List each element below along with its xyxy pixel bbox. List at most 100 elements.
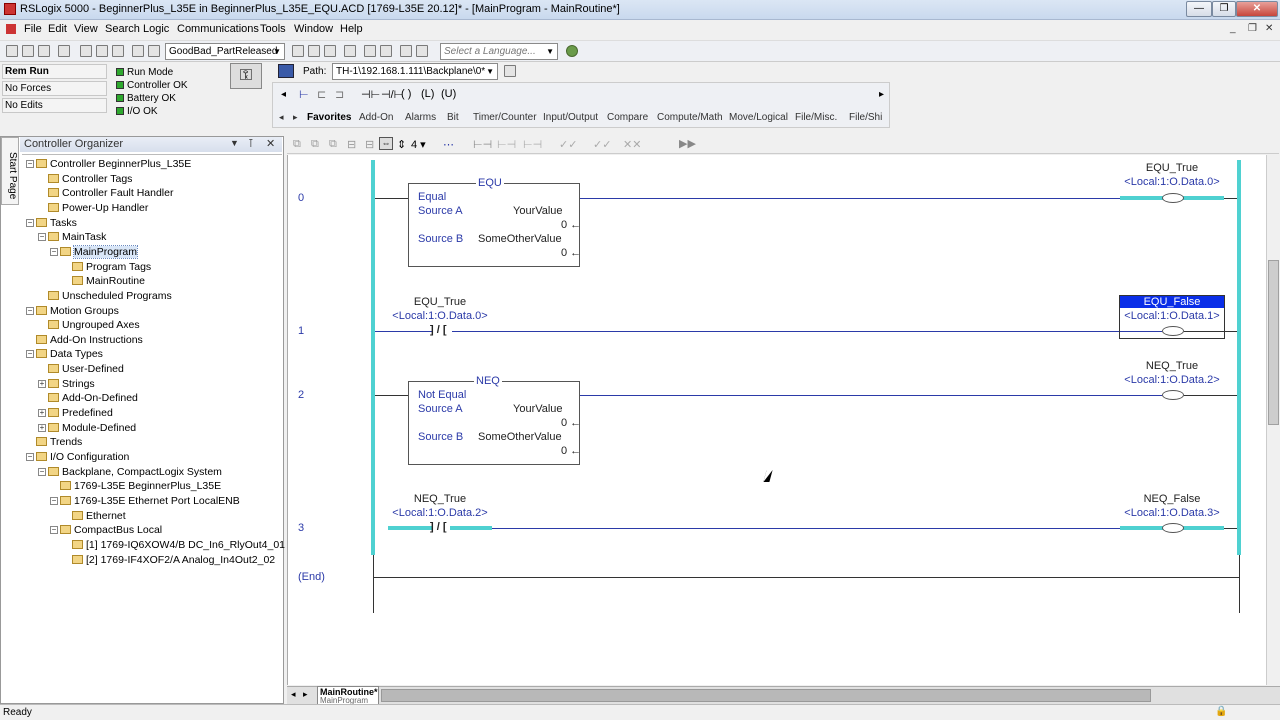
tree-item[interactable]: Trends (36, 435, 82, 449)
tab-file-shift[interactable]: File/Shi (849, 112, 882, 123)
verify-routine-icon[interactable] (364, 45, 376, 57)
mdi-close-icon[interactable]: ✕ (1265, 23, 1273, 34)
tree-item[interactable]: Add-On-Defined (48, 391, 138, 405)
tree-item[interactable]: Power-Up Handler (48, 201, 148, 215)
path-browse-icon[interactable] (504, 65, 516, 77)
branch-edit-icon[interactable]: ⊢⊣ (497, 138, 516, 151)
save-icon[interactable] (38, 45, 50, 57)
tree-item[interactable]: MainTask (48, 230, 106, 244)
rung-number[interactable]: 1 (298, 325, 304, 337)
language-select[interactable]: Select a Language... ▼ (440, 43, 558, 60)
tree-item[interactable]: Ethernet (72, 509, 126, 523)
tree-item[interactable]: Tasks (36, 216, 77, 230)
print-icon[interactable] (58, 45, 70, 57)
tree-item[interactable]: Predefined (48, 406, 113, 420)
tree-item[interactable]: Program Tags (72, 260, 151, 274)
tree-expander-icon[interactable]: − (26, 160, 34, 168)
menu-edit[interactable]: Edit (45, 22, 70, 36)
zoom-out-icon[interactable] (416, 45, 428, 57)
tree-item[interactable]: 1769-L35E BeginnerPlus_L35E (60, 479, 221, 493)
tab-add-on[interactable]: Add-On (359, 112, 393, 123)
branch-instr-icon[interactable]: ⊏ (317, 88, 326, 101)
tree-item[interactable]: Backplane, CompactLogix System (48, 465, 222, 479)
edit-tool-icon[interactable]: ⧉ (311, 138, 319, 151)
tree-item[interactable]: Ungrouped Axes (48, 318, 140, 332)
tab-input-output[interactable]: Input/Output (543, 112, 598, 123)
branch-edit-icon[interactable]: ⊢⊣ (523, 138, 542, 151)
start-page-tab[interactable]: Start Page (1, 137, 19, 205)
cancel-edit-icon[interactable]: ✕✕ (623, 138, 641, 151)
tree-expander-icon[interactable]: − (26, 306, 34, 315)
xio-contact-icon[interactable]: ] / [ (430, 324, 447, 336)
tree-item[interactable]: Add-On Instructions (36, 333, 143, 347)
mdi-minimize-icon[interactable]: _ (1230, 23, 1236, 34)
verify-icon[interactable] (344, 45, 356, 57)
pane-close-icon[interactable]: ✕ (266, 137, 275, 150)
tree-item[interactable]: Motion Groups (36, 304, 119, 318)
redo-icon[interactable] (148, 45, 160, 57)
tree-item[interactable]: Module-Defined (48, 421, 136, 435)
tab-mainroutine[interactable]: MainRoutine* MainProgram (317, 686, 379, 705)
coil-tag[interactable]: NEQ_True (1120, 360, 1224, 372)
network-icon[interactable] (278, 64, 294, 78)
edit-tool-icon[interactable]: ⊟ (365, 138, 374, 151)
tree-expander-icon[interactable]: + (38, 409, 46, 418)
rung-mode-icon[interactable]: ⇔ (379, 137, 393, 150)
tree-expander-icon[interactable]: + (38, 379, 46, 388)
tree-item[interactable]: MainProgram (60, 244, 139, 259)
tab-bit[interactable]: Bit (447, 112, 459, 123)
otl-icon[interactable]: (L) (421, 88, 434, 100)
coil-tag[interactable]: NEQ_False (1120, 493, 1224, 505)
branch-edit-icon[interactable]: ⊢⊣ (473, 138, 492, 151)
paste-icon[interactable] (112, 45, 124, 57)
routine-combo[interactable]: GoodBad_PartReleased ▼ (165, 43, 285, 60)
tree-expander-icon[interactable]: − (26, 453, 34, 461)
tab-alarms[interactable]: Alarms (405, 112, 436, 123)
rung-number-icon[interactable]: ⇕ (397, 138, 406, 151)
tab-compute-math[interactable]: Compute/Math (657, 112, 723, 123)
source-a-tag[interactable]: YourValue (513, 205, 563, 217)
accept-edit-icon[interactable]: ✓✓ (559, 138, 577, 151)
coil-tag[interactable]: EQU_True (1120, 162, 1224, 174)
new-icon[interactable] (6, 45, 18, 57)
ote-coil-icon[interactable] (1162, 193, 1184, 203)
tab-file-misc[interactable]: File/Misc. (795, 112, 837, 123)
open-icon[interactable] (22, 45, 34, 57)
menu-communications[interactable]: Communications (174, 22, 262, 36)
tree-item[interactable]: Controller Tags (48, 172, 132, 186)
tree-item[interactable]: Unscheduled Programs (48, 289, 172, 303)
accept-edit-icon[interactable]: ✓✓ (593, 138, 611, 151)
xio-contact-icon[interactable]: ] / [ (430, 521, 447, 533)
ote-coil-icon[interactable] (1162, 523, 1184, 533)
ladder-view-icon[interactable]: ⋯ (443, 138, 454, 151)
path-combo[interactable]: TH-1\192.168.1.111\Backplane\0* ▼ (332, 63, 498, 80)
tree-item[interactable]: [2] 1769-IF4XOF2/A Analog_In4Out2_02 (72, 553, 275, 567)
edits-status[interactable]: No Edits (2, 98, 107, 113)
tab-favorites[interactable]: Favorites (307, 112, 351, 123)
ote-icon[interactable]: ( ) (401, 88, 411, 100)
tree-item[interactable]: I/O Configuration (36, 450, 129, 464)
replace-icon[interactable] (324, 45, 336, 57)
tree-expander-icon[interactable]: − (50, 526, 58, 535)
tree-item[interactable]: Strings (48, 377, 95, 391)
minimize-button[interactable]: — (1186, 1, 1212, 17)
scroll-thumb[interactable] (1268, 260, 1279, 425)
tab-scroll-right-icon[interactable]: ▸ (293, 112, 298, 123)
source-a-tag[interactable]: YourValue (513, 403, 563, 415)
pane-dropdown-icon[interactable]: ▼ (230, 138, 239, 148)
branch-level-icon[interactable]: ⊐ (335, 88, 344, 101)
tab-scroll-left-icon[interactable]: ◂ (279, 112, 284, 123)
contact-tag[interactable]: NEQ_True (388, 493, 492, 505)
forces-status[interactable]: No Forces (2, 81, 107, 96)
menu-window[interactable]: Window (291, 22, 336, 36)
contact-tag[interactable]: EQU_True (388, 296, 492, 308)
menu-tools[interactable]: Tools (257, 22, 289, 36)
properties-icon[interactable] (380, 45, 392, 57)
find-next-icon[interactable] (308, 45, 320, 57)
xio-icon[interactable]: ⊣/⊢ (381, 88, 403, 101)
tab-timer-counter[interactable]: Timer/Counter (473, 112, 537, 123)
menu-help[interactable]: Help (337, 22, 366, 36)
tree-expander-icon[interactable]: − (38, 467, 46, 476)
close-button[interactable]: ✕ (1236, 1, 1278, 17)
menu-logic[interactable]: Logic (140, 22, 172, 36)
